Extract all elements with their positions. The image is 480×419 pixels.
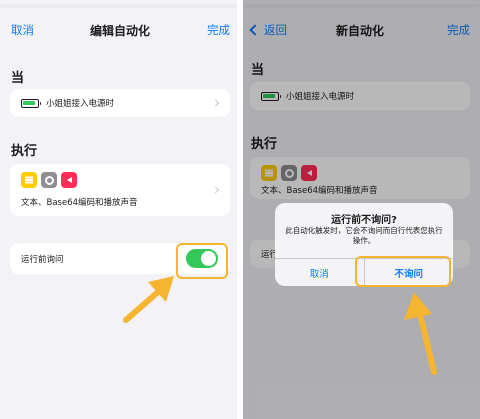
ask-before-running-label: 运行前询问 xyxy=(21,254,64,265)
sheet-handle xyxy=(0,4,240,8)
arrow-pointer-icon xyxy=(123,276,174,323)
settings-icon xyxy=(41,172,57,188)
dont-ask-highlight-box xyxy=(355,256,451,287)
edit-automation-screen: 取消 编辑自动化 完成 当 小姐姐接入电源时 执行 文本、Base64编码和播放… xyxy=(0,0,240,419)
toggle-highlight-box xyxy=(176,243,228,279)
action-icons xyxy=(21,172,77,188)
chevron-right-icon xyxy=(211,186,220,194)
sound-icon xyxy=(61,172,77,188)
text-icon xyxy=(21,172,37,188)
battery-icon xyxy=(21,98,41,108)
do-header: 执行 xyxy=(11,144,38,159)
done-button[interactable]: 完成 xyxy=(207,22,230,38)
nav-bar: 取消 编辑自动化 完成 xyxy=(0,12,240,48)
trigger-text: 小姐姐接入电源时 xyxy=(46,99,115,109)
page-title: 编辑自动化 xyxy=(89,24,150,38)
when-header: 当 xyxy=(11,71,25,86)
dialog-cancel-button[interactable]: 取消 xyxy=(275,259,364,286)
panel-divider xyxy=(237,0,243,419)
chevron-right-icon xyxy=(211,99,220,107)
arrow-pointer-icon xyxy=(404,292,437,375)
dialog-title: 运行前不询问? xyxy=(331,215,397,226)
trigger-row[interactable]: 小姐姐接入电源时 xyxy=(10,89,230,117)
actions-row[interactable]: 文本、Base64编码和播放声音 xyxy=(10,164,230,216)
actions-text: 文本、Base64编码和播放声音 xyxy=(21,198,138,208)
dialog-message: 此自动化触发时，它会不询问而自行代表您执行操作。 xyxy=(285,226,443,245)
